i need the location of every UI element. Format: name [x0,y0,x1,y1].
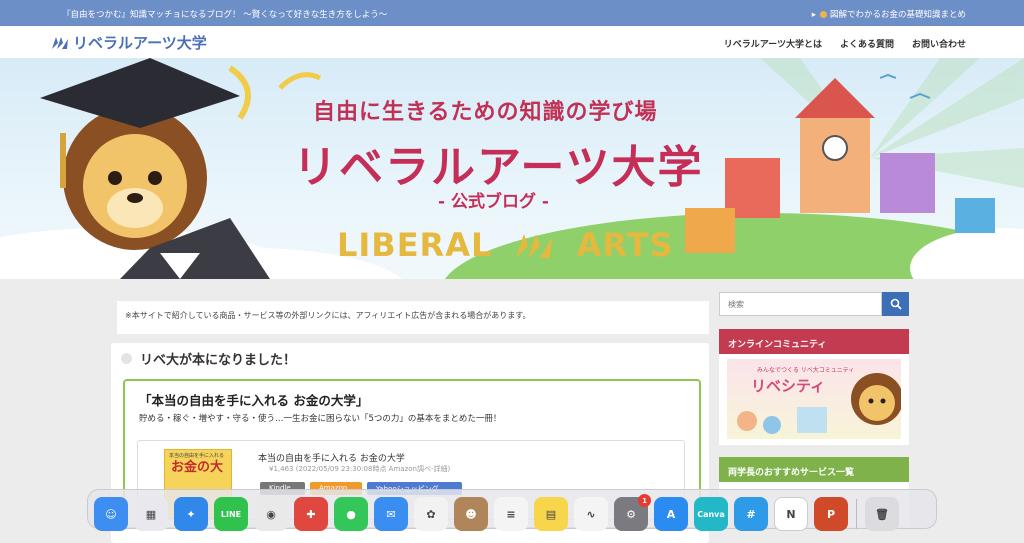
line-glyph: LINE [220,509,242,519]
nav-contact[interactable]: お問い合わせ [912,37,966,50]
powerpoint-glyph: P [826,507,836,521]
mail-icon[interactable]: ✉ [374,497,408,531]
hero-title: リベラルアーツ大学 [293,142,704,193]
puzzle-icon[interactable]: ✚ [294,497,328,531]
book-cover-small-text: 本当の自由を手に入れる [169,453,225,459]
notes-glyph: ▤ [545,507,557,521]
chrome-glyph: ◉ [266,507,276,521]
hashtag-icon[interactable]: # [734,497,768,531]
hero-brand-left: LIBERAL [337,226,493,264]
messages-glyph: ● [346,507,356,521]
book-title[interactable]: 本当の自由を手に入れる お金の大学 [258,451,405,464]
book-promo-desc: 貯める・稼ぐ・増やす・守る・使う…一生お金に困らない「5つの力」の基本をまとめた… [139,414,502,424]
top-bar: 『自由をつかむ』知識マッチョになるブログ！ 〜賢くなって好きな生き方をしよう〜 … [0,0,1024,26]
appstore-glyph: A [666,507,676,521]
notion-glyph: N [786,507,796,521]
chrome-icon[interactable]: ◉ [254,497,288,531]
book-promo-title: 「本当の自由を手に入れる お金の大学」 [139,393,369,408]
canva-icon[interactable]: Canva [694,497,728,531]
heading-circle-icon [121,352,132,364]
site-tagline: 『自由をつかむ』知識マッチョになるブログ！ 〜賢くなって好きな生き方をしよう〜 [62,10,388,20]
puzzle-glyph: ✚ [306,507,316,521]
appstore-icon[interactable]: A [654,497,688,531]
photos-glyph: ✿ [426,507,436,521]
leaf-mark-icon [516,234,553,258]
sidebar-community-widget: オンラインコミュニティ みんなでつくる リベ大コミュニティ リベシティ [719,329,909,445]
reminders-glyph: ≡ [506,507,516,521]
hashtag-glyph: # [746,507,756,521]
hero-banner[interactable]: 自由に生きるための知識の学び場 リベラルアーツ大学 - 公式ブログ - LIBE… [0,58,1024,279]
quick-link[interactable]: ▸ 図解でわかるお金の基礎知識まとめ [812,8,966,20]
site-logo[interactable]: リベラルアーツ大学 [50,32,207,53]
notification-badge: 1 [638,494,651,507]
quick-link-label: 図解でわかるお金の基礎知識まとめ [829,10,966,20]
freeform-glyph: ∿ [586,507,596,521]
sidebar-search [719,292,909,316]
search-button[interactable] [882,292,909,316]
main-nav: リベラルアーツ大学とは よくある質問 お問い合わせ [724,37,966,50]
hero-brand-right: ARTS [576,226,674,264]
powerpoint-icon[interactable]: P [814,497,848,531]
leaf-logo-icon [52,36,68,49]
safari-glyph: ✦ [186,507,196,521]
services-widget-title: 両学長のおすすめサービス一覧 [719,457,909,482]
settings-glyph: ⚙ [626,507,636,521]
canva-glyph: Canva [697,509,725,519]
nav-about[interactable]: リベラルアーツ大学とは [724,37,822,50]
hero-brand: LIBERAL ARTS [337,226,673,264]
mail-glyph: ✉ [386,507,396,521]
hero-blog-label: - 公式ブログ - [438,192,549,212]
search-input[interactable] [719,292,882,316]
search-icon [890,298,902,310]
site-header: リベラルアーツ大学 リベラルアーツ大学とは よくある質問 お問い合わせ [0,26,1024,58]
affiliate-notice: ※本サイトで紹介している商品・サービス等の外部リンクには、アフィリエイト広告が含… [117,301,709,334]
community-widget-title: オンラインコミュニティ [719,329,909,354]
nav-faq[interactable]: よくある質問 [840,37,894,50]
community-banner[interactable]: みんなでつくる リベ大コミュニティ リベシティ [727,359,901,439]
post-heading: リベ大が本になりました！ [111,343,709,373]
macos-dock: ☺ ▦ ✦ LINE ◉ ✚ ● ✉ ✿ ☻ ≡ ▤ ∿ ⚙ 1 A Canva # N P 🗑 [87,489,937,531]
contacts-icon[interactable]: ☻ [454,497,488,531]
contacts-glyph: ☻ [465,507,477,521]
coin-icon [819,11,827,18]
notion-icon[interactable]: N [774,497,808,531]
notes-icon[interactable]: ▤ [534,497,568,531]
trash-icon[interactable]: 🗑 [865,497,899,531]
line-icon[interactable]: LINE [214,497,248,531]
post-heading-text: リベ大が本になりました！ [140,352,297,368]
finder-glyph: ☺ [105,507,117,521]
launchpad-icon[interactable]: ▦ [134,497,168,531]
book-price: ¥1,463 (2022/05/09 23:30:08時点 Amazon調べ-詳… [269,465,451,473]
messages-icon[interactable]: ● [334,497,368,531]
photos-icon[interactable]: ✿ [414,497,448,531]
freeform-icon[interactable]: ∿ [574,497,608,531]
finder-icon[interactable]: ☺ [94,497,128,531]
trash-glyph: 🗑 [875,507,889,521]
launchpad-glyph: ▦ [145,507,157,521]
reminders-icon[interactable]: ≡ [494,497,528,531]
settings-icon[interactable]: ⚙ 1 [614,494,651,531]
book-cover-title: お金の大 [171,460,224,475]
safari-icon[interactable]: ✦ [174,497,208,531]
logo-text: リベラルアーツ大学 [73,34,207,52]
community-illustration [737,373,901,434]
hero-subtitle: 自由に生きるための知識の学び場 [313,100,658,125]
